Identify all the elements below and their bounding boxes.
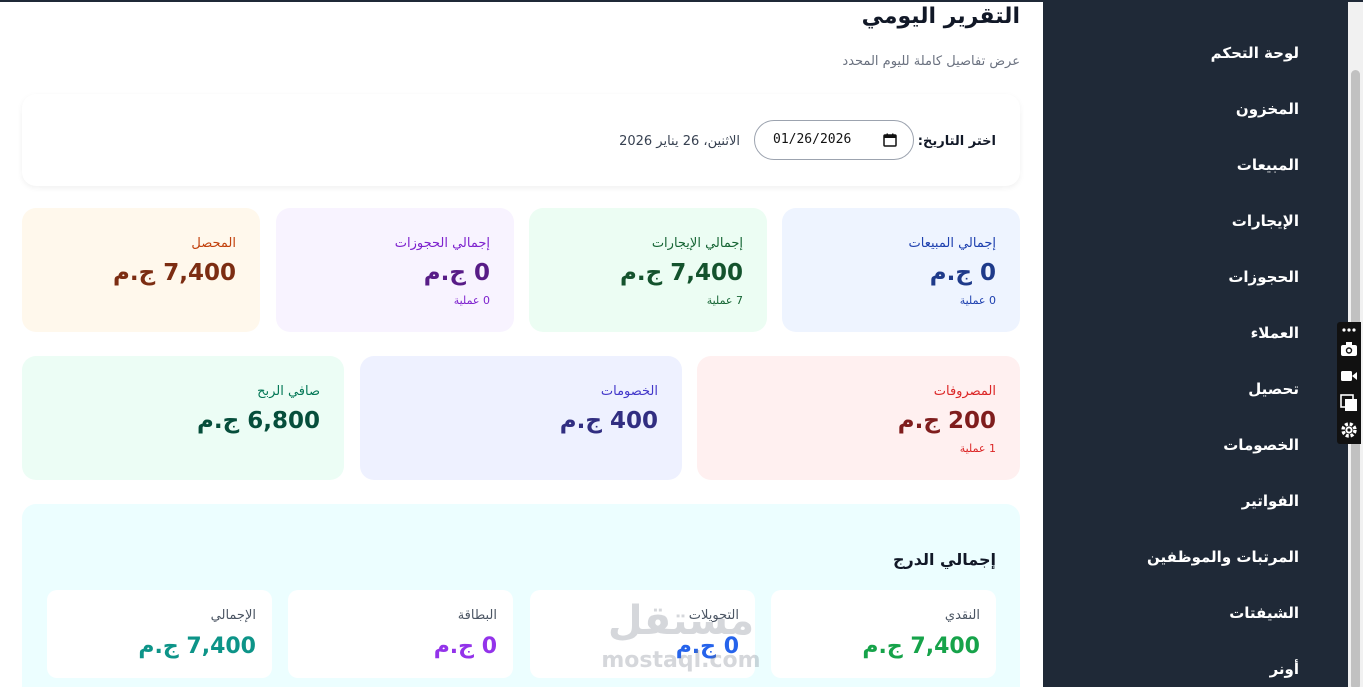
net-profit-label: صافي الربح — [257, 384, 320, 399]
camera-icon[interactable] — [1340, 340, 1358, 358]
date-filter-bar: اختر التاريخ: 01/26/2026 الاثنين، 26 ينا… — [22, 94, 1020, 186]
date-input-value: 01/26/2026 — [773, 132, 852, 147]
date-label: اختر التاريخ: — [917, 134, 996, 149]
rentals-total-value: 7,400 ج.م — [620, 260, 743, 286]
drawer-cash-value: 7,400 ج.م — [862, 634, 980, 659]
page-title: التقرير اليومي — [861, 4, 1020, 29]
drawer-total-label: الإجمالي — [210, 608, 256, 623]
rentals-total-label: إجمالي الإيجارات — [651, 236, 743, 251]
sidebar-item-dashboard[interactable]: لوحة التحكم — [1211, 44, 1299, 62]
sales-total-value: 0 ج.م — [929, 260, 996, 286]
selected-date-text: الاثنين، 26 يناير 2026 — [619, 134, 740, 149]
bookings-total-label: إجمالي الحجوزات — [394, 236, 490, 251]
collected-value: 7,400 ج.م — [113, 260, 236, 286]
drawer-transfers-card: التحويلات 0 ج.م — [530, 590, 755, 678]
discounts-label: الخصومات — [600, 384, 658, 399]
sidebar-item-owner[interactable]: أونر — [1270, 660, 1299, 678]
expenses-card: المصروفات 200 ج.م 1 عملية — [697, 356, 1020, 480]
sidebar-item-invoices[interactable]: الفواتير — [1242, 492, 1299, 510]
sales-total-label: إجمالي المبيعات — [908, 236, 996, 251]
date-input[interactable]: 01/26/2026 — [754, 120, 914, 160]
rentals-total-ops: 7 عملية — [706, 294, 743, 307]
sidebar-item-collection[interactable]: تحصيل — [1248, 380, 1299, 398]
calendar-icon[interactable] — [883, 133, 897, 147]
drawer-cash-card: النقدي 7,400 ج.م — [771, 590, 996, 678]
sidebar-item-discounts[interactable]: الخصومات — [1223, 436, 1299, 454]
sidebar-item-inventory[interactable]: المخزون — [1236, 100, 1299, 118]
expenses-label: المصروفات — [933, 384, 996, 399]
collected-card: المحصل 7,400 ج.م — [22, 208, 260, 332]
video-icon[interactable] — [1340, 367, 1358, 385]
drawer-card-value: 0 ج.م — [433, 634, 497, 659]
drawer-cash-label: النقدي — [944, 608, 980, 623]
sidebar-item-payroll[interactable]: المرتبات والموظفين — [1147, 548, 1299, 566]
sidebar-item-customers[interactable]: العملاء — [1251, 324, 1299, 342]
collected-label: المحصل — [191, 236, 236, 251]
expenses-ops: 1 عملية — [959, 442, 996, 455]
net-profit-card: صافي الربح 6,800 ج.م — [22, 356, 344, 480]
page-subtitle: عرض تفاصيل كاملة لليوم المحدد — [842, 54, 1020, 69]
drawer-transfers-label: التحويلات — [688, 608, 739, 623]
net-profit-value: 6,800 ج.م — [197, 408, 320, 434]
drawer-title: إجمالي الدرج — [893, 550, 996, 569]
discounts-value: 400 ج.م — [559, 408, 658, 434]
drawer-transfers-value: 0 ج.م — [675, 634, 739, 659]
main-content: التقرير اليومي عرض تفاصيل كاملة لليوم ال… — [22, 2, 1020, 687]
capture-toolbar — [1337, 322, 1361, 444]
gear-icon[interactable] — [1340, 421, 1358, 439]
sidebar-item-rentals[interactable]: الإيجارات — [1232, 212, 1299, 230]
bookings-total-value: 0 ج.م — [423, 260, 490, 286]
discounts-card: الخصومات 400 ج.م — [360, 356, 682, 480]
drawer-totals: إجمالي الدرج النقدي 7,400 ج.م التحويلات … — [22, 504, 1020, 687]
drawer-card-label: البطاقة — [457, 608, 497, 623]
drawer-total-card: الإجمالي 7,400 ج.م — [47, 590, 272, 678]
window-icon[interactable] — [1340, 394, 1358, 412]
bookings-total-ops: 0 عملية — [453, 294, 490, 307]
sidebar-item-sales[interactable]: المبيعات — [1237, 156, 1299, 174]
drawer-card-card: البطاقة 0 ج.م — [288, 590, 513, 678]
drawer-total-value: 7,400 ج.م — [138, 634, 256, 659]
expenses-value: 200 ج.م — [897, 408, 996, 434]
sales-total-ops: 0 عملية — [959, 294, 996, 307]
sidebar-item-bookings[interactable]: الحجوزات — [1228, 268, 1299, 286]
bookings-total-card: إجمالي الحجوزات 0 ج.م 0 عملية — [276, 208, 514, 332]
sidebar: لوحة التحكم المخزون المبيعات الإيجارات ا… — [1043, 2, 1363, 687]
rentals-total-card: إجمالي الإيجارات 7,400 ج.م 7 عملية — [529, 208, 767, 332]
sales-total-card: إجمالي المبيعات 0 ج.م 0 عملية — [782, 208, 1020, 332]
sidebar-item-shifts[interactable]: الشيفتات — [1229, 604, 1299, 622]
more-icon[interactable] — [1340, 324, 1358, 336]
